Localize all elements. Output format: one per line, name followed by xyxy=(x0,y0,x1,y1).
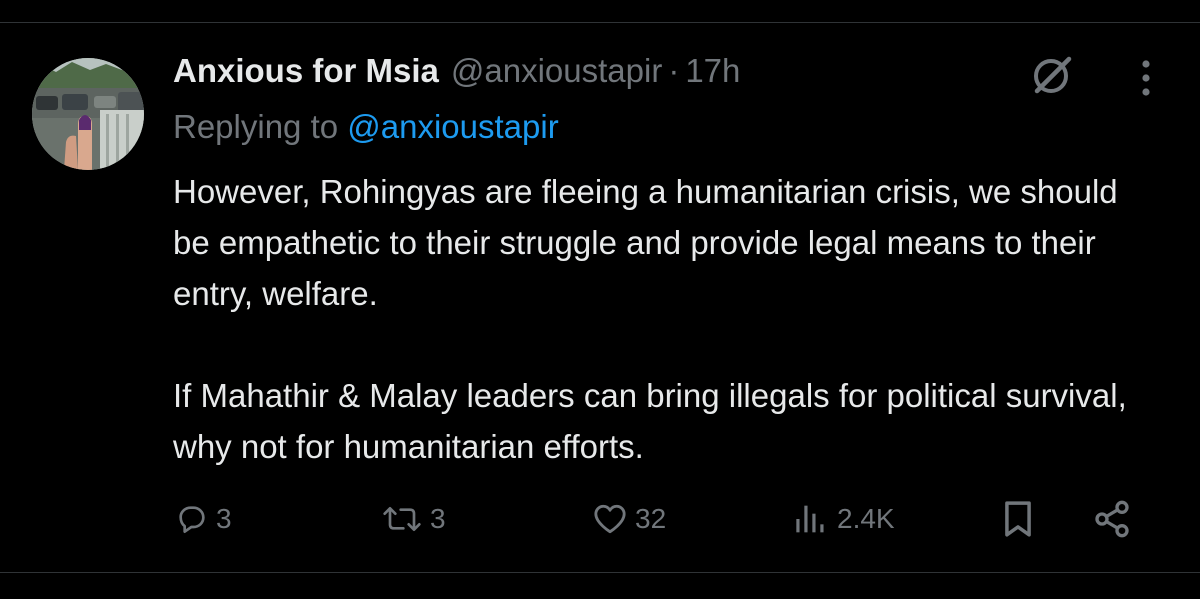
reply-icon xyxy=(179,506,205,533)
heart-icon xyxy=(594,504,626,534)
bottom-divider xyxy=(0,572,1200,573)
bookmark-icon xyxy=(1005,501,1031,537)
views-icon xyxy=(796,505,824,533)
replying-to-label: Replying to xyxy=(173,108,348,145)
reply-button[interactable]: 3 xyxy=(176,494,232,544)
grok-button[interactable] xyxy=(1026,52,1078,98)
action-bar: 3 3 32 2.4K xyxy=(0,494,1200,544)
repost-count: 3 xyxy=(430,503,446,534)
repost-icon xyxy=(383,507,421,531)
author-handle[interactable]: @anxioustapir xyxy=(451,52,662,90)
view-count: 2.4K xyxy=(837,503,895,534)
share-icon xyxy=(1095,500,1129,538)
tweet-timestamp[interactable]: 17h xyxy=(685,52,740,90)
like-count: 32 xyxy=(635,503,667,534)
author-display-name[interactable]: Anxious for Msia xyxy=(173,52,439,90)
top-divider xyxy=(0,22,1200,23)
replying-to: Replying to @anxioustapir xyxy=(173,108,559,146)
avatar[interactable] xyxy=(32,58,144,170)
like-button[interactable]: 32 xyxy=(593,494,666,544)
reply-count: 3 xyxy=(216,503,232,534)
bookmark-button[interactable] xyxy=(1002,494,1034,544)
more-options-button[interactable] xyxy=(1128,56,1164,100)
more-vertical-icon xyxy=(1142,60,1150,96)
tweet-text: However, Rohingyas are fleeing a humanit… xyxy=(173,173,1127,465)
header-separator: · xyxy=(668,52,680,89)
views-button[interactable]: 2.4K xyxy=(793,494,895,544)
share-button[interactable] xyxy=(1092,494,1132,544)
repost-button[interactable]: 3 xyxy=(382,494,446,544)
tweet-header: Anxious for Msia @anxioustapir · 17h xyxy=(173,52,740,98)
replying-to-mention[interactable]: @anxioustapir xyxy=(347,108,558,145)
avatar-image xyxy=(32,58,144,170)
grok-icon xyxy=(1034,56,1072,94)
